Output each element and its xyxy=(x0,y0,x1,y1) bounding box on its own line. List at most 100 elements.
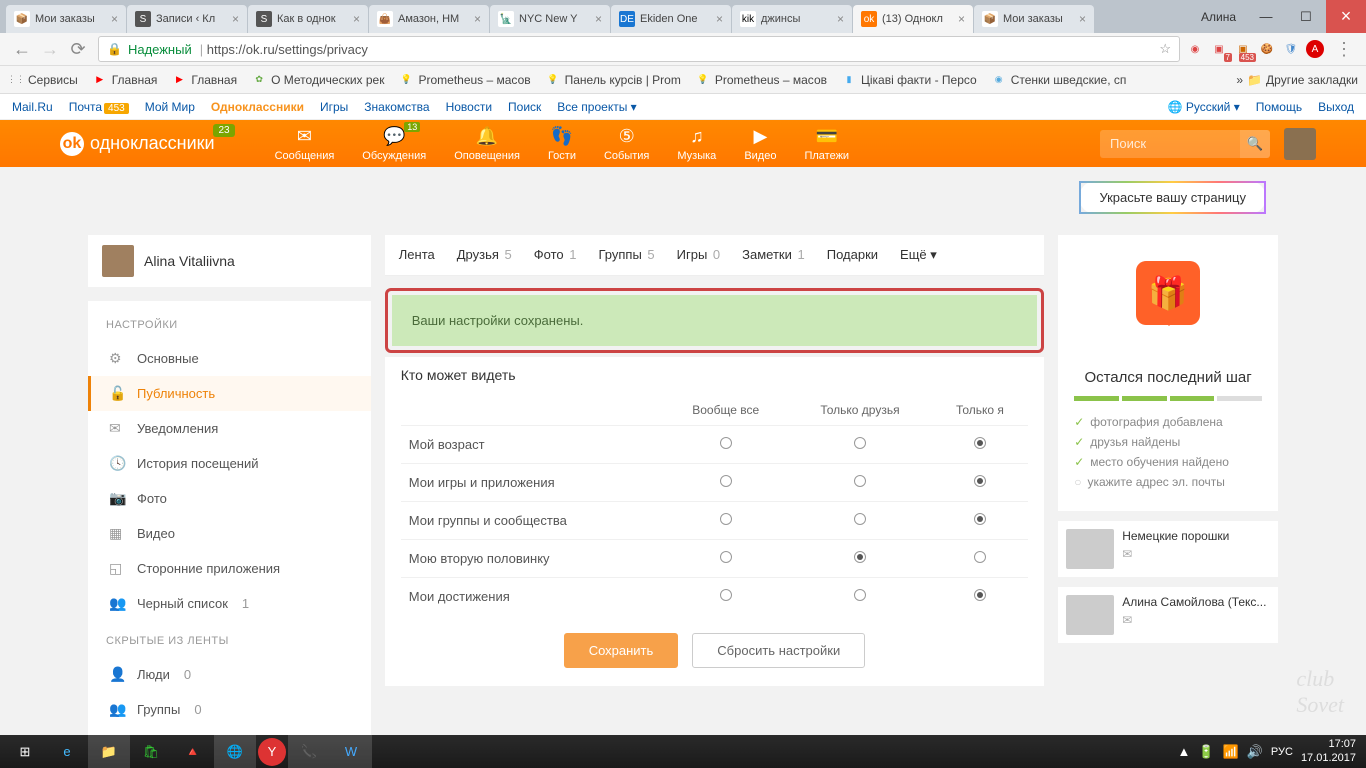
profile-tab[interactable]: Фото 1 xyxy=(534,235,577,275)
radio-option[interactable] xyxy=(720,475,732,487)
wifi-icon[interactable]: 📶 xyxy=(1223,744,1239,760)
mailru-link[interactable]: Новости xyxy=(446,100,492,114)
sidebar-item[interactable]: ✉Уведомления xyxy=(88,411,371,446)
radio-option[interactable] xyxy=(854,551,866,563)
sidebar-item[interactable]: ▦Видео xyxy=(88,516,371,551)
start-button[interactable]: ⊞ xyxy=(4,735,46,768)
user-card[interactable]: Alina Vitaliivna xyxy=(88,235,371,287)
mailru-link[interactable]: Все проекты ▾ xyxy=(557,100,636,114)
sidebar-item[interactable]: 👥Черный список1 xyxy=(88,586,371,621)
ext-icon[interactable]: ▣ xyxy=(1210,40,1228,58)
profile-tab[interactable]: Игры 0 xyxy=(677,235,721,275)
star-icon[interactable]: ☆ xyxy=(1159,41,1171,57)
window-minimize[interactable]: — xyxy=(1246,0,1286,33)
radio-option[interactable] xyxy=(974,437,986,449)
profile-tab[interactable]: Заметки 1 xyxy=(742,235,805,275)
search-button[interactable]: 🔍 xyxy=(1240,130,1270,158)
radio-option[interactable] xyxy=(720,513,732,525)
browser-tab[interactable]: 📦Мои заказы× xyxy=(6,5,126,33)
header-nav-item[interactable]: 🔔Оповещения xyxy=(454,126,520,162)
close-icon[interactable]: × xyxy=(232,12,239,26)
bookmark-item[interactable]: ▶Главная xyxy=(92,72,158,88)
ext-icon[interactable]: 🍪 xyxy=(1258,40,1276,58)
browser-tab[interactable]: ok(13) Однокл× xyxy=(853,5,973,33)
chrome-profile[interactable]: Алина xyxy=(1191,0,1246,33)
browser-tab[interactable]: 👜Амазон, HM× xyxy=(369,5,489,33)
bookmark-item[interactable]: ✿О Методических рек xyxy=(251,72,384,88)
ad-card[interactable]: Алина Самойлова (Текс...✉ xyxy=(1058,587,1278,643)
other-bookmarks[interactable]: » 📁 Другие закладки xyxy=(1236,73,1358,87)
taskbar-app[interactable]: 🔺 xyxy=(172,735,214,768)
bookmark-item[interactable]: ▮Цікаві факти - Персо xyxy=(841,72,977,88)
browser-tab[interactable]: DEEkiden One× xyxy=(611,5,731,33)
header-nav-item[interactable]: 👣Гости xyxy=(548,126,576,162)
taskbar-app[interactable]: Y xyxy=(258,738,286,766)
header-nav-item[interactable]: 💬Обсуждения13 xyxy=(362,126,426,162)
mailru-link[interactable]: Игры xyxy=(320,100,348,114)
browser-tab[interactable]: SЗаписи ‹ Кл× xyxy=(127,5,247,33)
nav-reload[interactable]: ⟳ xyxy=(64,35,92,63)
ext-icon[interactable]: ◉ xyxy=(1186,40,1204,58)
mail-icon[interactable]: ✉ xyxy=(1122,613,1266,627)
taskbar-app[interactable]: e xyxy=(46,735,88,768)
search-input[interactable] xyxy=(1100,130,1240,158)
reset-button[interactable]: Сбросить настройки xyxy=(692,633,865,668)
battery-icon[interactable]: 🔋 xyxy=(1198,744,1214,760)
sidebar-item[interactable]: ◱Сторонние приложения xyxy=(88,551,371,586)
logout-link[interactable]: Выход xyxy=(1318,100,1354,114)
url-input[interactable]: 🔒 Надежный | https://ok.ru/settings/priv… xyxy=(98,36,1180,62)
taskbar-app[interactable]: 🛍 xyxy=(130,735,172,768)
ext-icon[interactable]: A xyxy=(1306,40,1324,58)
decorate-page-pill[interactable]: Украсьте вашу страницу xyxy=(1079,181,1266,214)
volume-icon[interactable]: 🔊 xyxy=(1247,744,1263,760)
browser-tab[interactable]: kikджинсы× xyxy=(732,5,852,33)
header-nav-item[interactable]: ✉Сообщения xyxy=(275,126,335,162)
bookmark-item[interactable]: 💡Prometheus – масов xyxy=(695,72,827,88)
close-icon[interactable]: × xyxy=(353,12,360,26)
lang-indicator[interactable]: РУС xyxy=(1271,746,1293,758)
sidebar-item[interactable]: 🕓История посещений xyxy=(88,446,371,481)
bookmark-item[interactable]: ◉Стенки шведские, сп xyxy=(991,72,1127,88)
mailru-link[interactable]: Одноклассники xyxy=(211,100,304,114)
close-icon[interactable]: × xyxy=(1079,12,1086,26)
browser-tab[interactable]: 🗽NYC New Y× xyxy=(490,5,610,33)
header-nav-item[interactable]: ⑤События xyxy=(604,126,649,162)
radio-option[interactable] xyxy=(854,437,866,449)
window-maximize[interactable]: ☐ xyxy=(1286,0,1326,33)
radio-option[interactable] xyxy=(720,589,732,601)
radio-option[interactable] xyxy=(720,437,732,449)
radio-option[interactable] xyxy=(854,475,866,487)
mailru-link[interactable]: Mail.Ru xyxy=(12,100,53,114)
header-nav-item[interactable]: ▶Видео xyxy=(744,126,776,162)
ext-icon[interactable]: 🛡 xyxy=(1282,40,1300,58)
radio-option[interactable] xyxy=(974,589,986,601)
header-avatar[interactable] xyxy=(1284,128,1316,160)
profile-tab[interactable]: Ещё ▾ xyxy=(900,235,937,275)
mailru-link[interactable]: Знакомства xyxy=(364,100,429,114)
sidebar-item[interactable]: ⚙Основные xyxy=(88,341,371,376)
taskbar-app[interactable]: 🌐 xyxy=(214,735,256,768)
close-icon[interactable]: × xyxy=(474,12,481,26)
bookmark-item[interactable]: 💡Prometheus – масов xyxy=(398,72,530,88)
bookmark-item[interactable]: ▶Главная xyxy=(171,72,237,88)
profile-tab[interactable]: Подарки xyxy=(827,235,878,275)
close-icon[interactable]: × xyxy=(595,12,602,26)
ad-card[interactable]: Немецкие порошки✉ xyxy=(1058,521,1278,577)
save-button[interactable]: Сохранить xyxy=(564,633,679,668)
tray-icon[interactable]: ▲ xyxy=(1177,744,1190,759)
radio-option[interactable] xyxy=(854,513,866,525)
window-close[interactable]: × xyxy=(1326,0,1366,33)
taskbar-clock[interactable]: 17:07 17.01.2017 xyxy=(1301,738,1356,764)
bookmark-item[interactable]: 💡Панель курсів | Prom xyxy=(545,72,681,88)
mailru-link[interactable]: Мой Мир xyxy=(145,100,195,114)
taskbar-app[interactable]: W xyxy=(330,735,372,768)
chrome-menu[interactable]: ⋮ xyxy=(1330,35,1358,63)
close-icon[interactable]: × xyxy=(716,12,723,26)
ok-logo[interactable]: ok одноклассники 23 xyxy=(60,132,215,156)
header-nav-item[interactable]: 💳Платежи xyxy=(804,126,849,162)
radio-option[interactable] xyxy=(974,513,986,525)
radio-option[interactable] xyxy=(854,589,866,601)
header-nav-item[interactable]: ♫Музыка xyxy=(677,126,716,162)
lang-select[interactable]: 🌐 Русский ▾ xyxy=(1168,100,1240,114)
sidebar-item[interactable]: 🔓Публичность xyxy=(88,376,371,411)
